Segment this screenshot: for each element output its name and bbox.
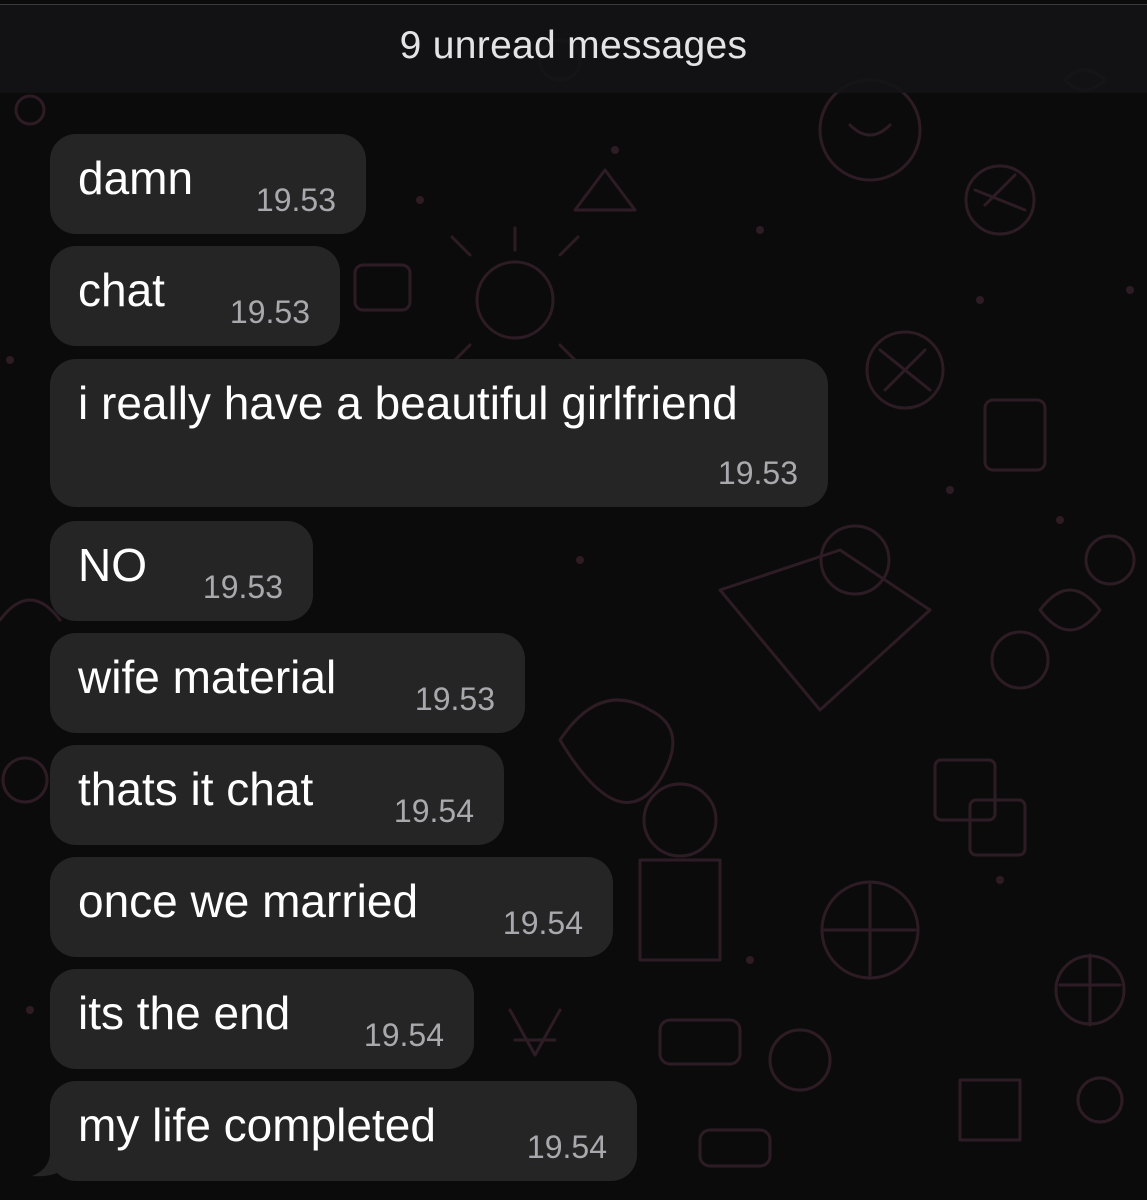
- message-timestamp: 19.54: [393, 793, 474, 829]
- message-text: chat: [78, 264, 165, 316]
- message-text: NO: [78, 539, 147, 591]
- message-bubble[interactable]: wife material 19.53: [50, 633, 525, 733]
- message-bubble[interactable]: NO 19.53: [50, 521, 313, 621]
- message-text: its the end: [78, 987, 291, 1039]
- message-bubble[interactable]: chat 19.53: [50, 246, 340, 346]
- message-timestamp: 19.53: [717, 455, 798, 491]
- message-text: my life completed: [78, 1099, 436, 1151]
- message-timestamp: 19.53: [255, 182, 336, 218]
- message-text: i really have a beautiful girlfriend: [78, 377, 738, 429]
- message-timestamp: 19.53: [229, 294, 310, 330]
- message-bubble[interactable]: thats it chat 19.54: [50, 745, 504, 845]
- message-text: wife material: [78, 651, 337, 703]
- message-list[interactable]: damn 19.53 chat 19.53 i really have a be…: [0, 0, 1147, 1200]
- message-timestamp: 19.54: [526, 1129, 607, 1165]
- message-timestamp: 19.54: [363, 1017, 444, 1053]
- message-bubble[interactable]: its the end 19.54: [50, 969, 474, 1069]
- message-bubble[interactable]: once we married 19.54: [50, 857, 613, 957]
- message-bubble[interactable]: my life completed 19.54: [50, 1081, 637, 1181]
- message-bubble[interactable]: damn 19.53: [50, 134, 366, 234]
- message-text: thats it chat: [78, 763, 314, 815]
- message-text: once we married: [78, 875, 419, 927]
- message-timestamp: 19.53: [202, 569, 283, 605]
- message-text: damn: [78, 152, 194, 204]
- message-bubble[interactable]: i really have a beautiful girlfriend 19.…: [50, 359, 828, 507]
- message-timestamp: 19.54: [502, 905, 583, 941]
- message-timestamp: 19.53: [414, 681, 495, 717]
